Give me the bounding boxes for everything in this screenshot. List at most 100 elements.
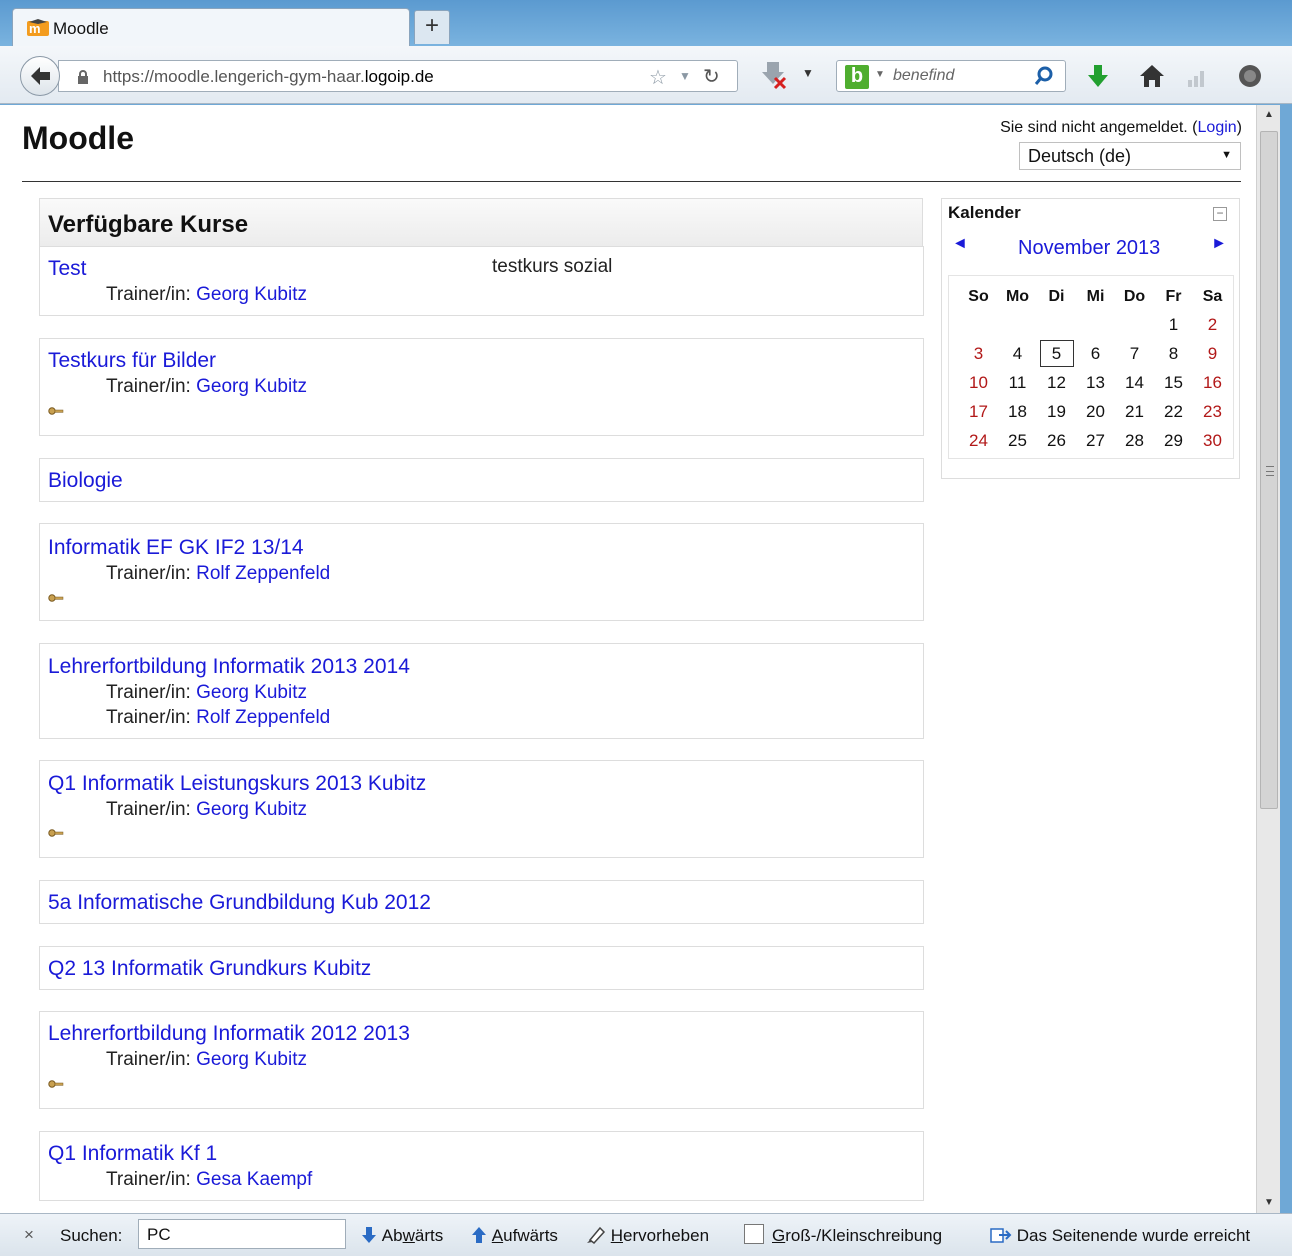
find-next-button[interactable]: Abwärts bbox=[360, 1226, 443, 1246]
match-case-label[interactable]: Groß-/Kleinschreibung bbox=[772, 1226, 942, 1246]
available-courses-heading: Verfügbare Kurse bbox=[39, 198, 923, 246]
course-item: Biologie bbox=[39, 458, 924, 502]
new-tab-button[interactable]: + bbox=[414, 10, 450, 44]
calendar-day: 28 bbox=[1125, 430, 1144, 450]
find-label: Suchen: bbox=[60, 1226, 123, 1245]
calendar-table-frame: So Mo Di Mi Do Fr Sa 1 2 3 4 5 6 7 8 9 10 11 12 13 14 15 16 17… bbox=[948, 275, 1234, 459]
course-link[interactable]: Q1 Informatik Leistungskurs 2013 Kubitz bbox=[48, 772, 426, 796]
course-teacher: Trainer/in: Georg Kubitz bbox=[106, 799, 308, 820]
calendar-day: 21 bbox=[1125, 401, 1144, 421]
close-icon[interactable]: × bbox=[24, 1225, 34, 1245]
teacher-link[interactable]: Georg Kubitz bbox=[196, 1049, 307, 1070]
course-teacher: Trainer/in: Georg Kubitz bbox=[106, 376, 308, 397]
calendar-weekday: Sa bbox=[1202, 288, 1223, 305]
navigation-toolbar: https://moodle.lengerich-gym-haar.logoip… bbox=[0, 46, 1292, 104]
calendar-day: 20 bbox=[1086, 401, 1105, 421]
tab-title: Moodle bbox=[53, 19, 109, 38]
calendar-day: 2 bbox=[1207, 314, 1218, 334]
back-button[interactable] bbox=[20, 56, 60, 96]
highlighter-icon bbox=[587, 1226, 606, 1245]
calendar-weekday: Mi bbox=[1086, 288, 1105, 305]
addon-dropdown-icon[interactable]: ▼ bbox=[802, 66, 814, 80]
highlight-button[interactable]: Hervorheben bbox=[586, 1226, 709, 1246]
calendar-day: 14 bbox=[1125, 372, 1144, 392]
course-link[interactable]: Q1 Informatik Kf 1 bbox=[48, 1142, 217, 1166]
previous-month-icon[interactable]: ◄ bbox=[952, 235, 968, 253]
course-summary: testkurs sozial bbox=[492, 256, 613, 277]
search-engine-icon[interactable]: b bbox=[845, 65, 869, 89]
course-item: Q2 13 Informatik Grundkurs Kubitz bbox=[39, 946, 924, 990]
course-item: 5a Informatische Grundbildung Kub 2012 bbox=[39, 880, 924, 924]
bookmark-star-icon[interactable]: ☆ bbox=[649, 65, 667, 90]
calendar-day: 6 bbox=[1090, 343, 1101, 363]
addon-globe-icon[interactable] bbox=[1236, 62, 1264, 90]
course-link[interactable]: Testkurs für Bilder bbox=[48, 349, 216, 373]
course-link[interactable]: 5a Informatische Grundbildung Kub 2012 bbox=[48, 891, 431, 915]
language-select[interactable]: Deutsch (de) ▼ bbox=[1019, 142, 1241, 170]
calendar-day: 13 bbox=[1086, 372, 1105, 392]
url-text: https://moodle.lengerich-gym-haar.logoip… bbox=[103, 67, 434, 86]
search-bar[interactable]: b ▼ benefind bbox=[836, 60, 1066, 92]
course-item: Q1 Informatik Leistungskurs 2013 Kubitz … bbox=[39, 760, 924, 858]
url-dropdown-icon[interactable]: ▼ bbox=[679, 69, 691, 83]
teacher-link[interactable]: Gesa Kaempf bbox=[196, 1169, 312, 1190]
enrolment-key-icon bbox=[48, 407, 64, 415]
teacher-link[interactable]: Georg Kubitz bbox=[196, 376, 307, 397]
login-info: Sie sind nicht angemeldet. (Login) bbox=[1000, 119, 1242, 136]
download-addon-icon[interactable] bbox=[758, 60, 788, 90]
calendar-day: 4 bbox=[1012, 343, 1023, 363]
moodle-favicon-icon: m bbox=[27, 19, 49, 36]
course-link[interactable]: Informatik EF GK IF2 13/14 bbox=[48, 536, 304, 560]
arrow-down-icon bbox=[362, 1227, 376, 1243]
home-icon[interactable] bbox=[1138, 62, 1166, 90]
search-icon[interactable] bbox=[1033, 65, 1055, 87]
calendar-month-link[interactable]: November 2013 bbox=[1018, 237, 1160, 260]
reload-icon[interactable]: ↻ bbox=[703, 64, 720, 89]
find-status: Das Seitenende wurde erreicht bbox=[990, 1226, 1250, 1246]
collapse-icon[interactable]: − bbox=[1213, 207, 1227, 221]
course-item: Testkurs für Bilder Trainer/in: Georg Ku… bbox=[39, 338, 924, 436]
course-teacher: Trainer/in: Georg Kubitz bbox=[106, 1049, 308, 1070]
teacher-link[interactable]: Rolf Zeppenfeld bbox=[196, 563, 330, 584]
course-link[interactable]: Test bbox=[48, 257, 87, 281]
signal-bars-icon[interactable] bbox=[1184, 62, 1212, 90]
scroll-up-icon[interactable]: ▲ bbox=[1257, 105, 1281, 125]
find-input[interactable]: PC bbox=[138, 1219, 346, 1249]
course-link[interactable]: Lehrerfortbildung Informatik 2013 2014 bbox=[48, 655, 410, 679]
site-name[interactable]: Moodle bbox=[22, 120, 134, 157]
course-item: Q1 Informatik Kf 1 Trainer/in: Gesa Kaem… bbox=[39, 1131, 924, 1201]
scroll-down-icon[interactable]: ▼ bbox=[1257, 1193, 1281, 1213]
page-content: Moodle Sie sind nicht angemeldet. (Login… bbox=[0, 105, 1256, 1213]
find-bar: × Suchen: PC Abwärts Aufwärts Hervorhebe… bbox=[0, 1213, 1292, 1256]
calendar-day: 22 bbox=[1164, 401, 1183, 421]
search-engine-dropdown-icon[interactable]: ▼ bbox=[875, 69, 885, 80]
calendar-day: 12 bbox=[1047, 372, 1066, 392]
scrollbar-thumb[interactable] bbox=[1260, 131, 1278, 809]
tab-moodle[interactable]: m Moodle bbox=[12, 8, 410, 46]
next-month-icon[interactable]: ► bbox=[1211, 235, 1227, 253]
calendar-weekday: Di bbox=[1048, 288, 1065, 305]
course-link[interactable]: Q2 13 Informatik Grundkurs Kubitz bbox=[48, 957, 371, 981]
find-previous-button[interactable]: Aufwärts bbox=[470, 1226, 558, 1246]
url-bar[interactable]: https://moodle.lengerich-gym-haar.logoip… bbox=[58, 60, 738, 92]
course-link[interactable]: Lehrerfortbildung Informatik 2012 2013 bbox=[48, 1022, 410, 1046]
teacher-link[interactable]: Georg Kubitz bbox=[196, 799, 307, 820]
login-link[interactable]: Login bbox=[1198, 119, 1237, 136]
calendar-day: 19 bbox=[1047, 401, 1066, 421]
course-link[interactable]: Biologie bbox=[48, 469, 123, 493]
course-item: Test testkurs sozial Trainer/in: Georg K… bbox=[39, 246, 924, 316]
calendar-block: Kalender − ◄ November 2013 ► So Mo Di Mi Do F… bbox=[941, 198, 1240, 479]
calendar-weekday: So bbox=[968, 288, 989, 305]
enrolment-key-icon bbox=[48, 829, 64, 837]
teacher-link[interactable]: Georg Kubitz bbox=[196, 682, 307, 703]
match-case-checkbox[interactable] bbox=[744, 1224, 764, 1244]
calendar-day: 25 bbox=[1008, 430, 1027, 450]
course-item: Lehrerfortbildung Informatik 2013 2014 T… bbox=[39, 643, 924, 739]
download-arrow-icon[interactable] bbox=[1084, 62, 1112, 90]
course-teacher: Trainer/in: Rolf Zeppenfeld bbox=[106, 707, 331, 728]
calendar-day: 3 bbox=[973, 343, 984, 363]
vertical-scrollbar[interactable]: ▲ ▼ bbox=[1256, 105, 1280, 1213]
calendar-day: 15 bbox=[1164, 372, 1183, 392]
teacher-link[interactable]: Georg Kubitz bbox=[196, 284, 307, 305]
teacher-link[interactable]: Rolf Zeppenfeld bbox=[196, 707, 330, 728]
